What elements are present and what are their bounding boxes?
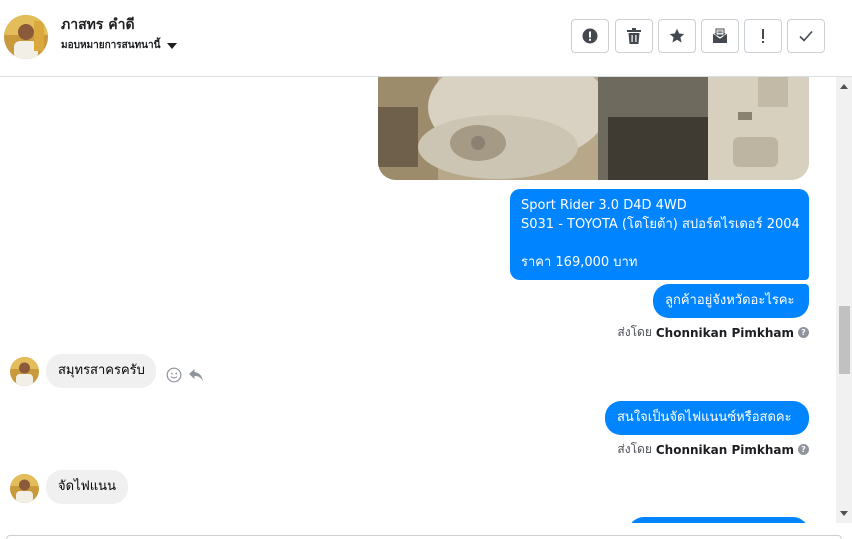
sent-by-prefix-1: ส่งโดย [617,325,652,339]
contact-avatar[interactable] [4,15,48,59]
scrollbar-thumb[interactable] [839,306,850,374]
ask-province-message[interactable]: ลูกค้าอยู่จังหวัดอะไรคะ [653,284,809,318]
message-actions [166,367,204,383]
sent-by-agent-2[interactable]: Chonnikan Pimkham [656,443,794,457]
message-thread: Sport Rider 3.0 D4D 4WD S031 - TOYOTA (โ… [0,77,836,523]
check-icon [799,30,813,42]
sent-by-label-1: ส่งโดย Chonnikan Pimkham ? [617,323,809,342]
reply-province-message[interactable]: สมุทรสาครครับ [46,354,156,388]
alert-circle-icon [582,28,598,44]
car-details-line1: Sport Rider 3.0 D4D 4WD [521,198,687,213]
sent-by-label-2: ส่งโดย Chonnikan Pimkham ? [617,440,809,459]
contact-name[interactable]: ภาสทร คำดี [61,14,135,36]
scroll-up-arrow-icon[interactable] [840,84,848,89]
star-icon [669,28,685,43]
star-button[interactable] [658,19,696,53]
car-details-line2: S031 - TOYOTA (โตโยต้า) สปอร์ตไรเดอร์ 20… [521,217,800,232]
message-composer[interactable] [6,535,842,539]
mark-done-button[interactable] [787,19,825,53]
alert-circle-button[interactable] [571,19,609,53]
assign-conversation-label: มอบหมายการสนทนานี้ [61,40,161,51]
car-details-spacer [521,234,798,253]
contact-message-avatar[interactable] [10,474,39,503]
mark-unread-button[interactable] [701,19,739,53]
ask-finance-message[interactable]: สนใจเป็นจัดไฟแนนซ์หรือสดคะ [605,401,809,435]
info-icon[interactable]: ? [798,444,809,455]
reply-icon[interactable] [188,367,204,383]
sent-by-agent-1[interactable]: Chonnikan Pimkham [656,326,794,340]
trash-icon [627,28,641,44]
reply-finance-message[interactable]: จัดไฟแนน [46,470,128,504]
reply-province-text: สมุทรสาครครับ [58,363,145,378]
thread-scrollbar[interactable] [836,77,852,523]
reply-finance-text: จัดไฟแนน [58,479,116,494]
exclamation-icon [762,29,764,43]
assign-conversation-dropdown[interactable]: มอบหมายการสนทนานี้ [61,38,178,53]
ask-finance-text: สนใจเป็นจัดไฟแนนซ์หรือสดคะ [617,410,792,425]
smiley-icon[interactable] [166,367,182,383]
messenger-conversation: ภาสทร คำดี มอบหมายการสนทนานี้ Sport Ride… [0,0,852,539]
scroll-down-arrow-icon[interactable] [840,511,848,516]
car-details-price: ราคา 169,000 บาท [521,255,638,270]
mark-important-button[interactable] [744,19,782,53]
caret-down-icon [167,42,178,49]
contact-message-avatar[interactable] [10,357,39,386]
car-interior-photo[interactable] [378,77,809,180]
conversation-header: ภาสทร คำดี มอบหมายการสนทนานี้ [0,0,852,77]
sent-by-prefix-2: ส่งโดย [617,442,652,456]
mark-unread-icon [712,28,728,43]
ask-province-text: ลูกค้าอยู่จังหวัดอะไรคะ [665,293,795,308]
car-details-message[interactable]: Sport Rider 3.0 D4D 4WD S031 - TOYOTA (โ… [510,189,809,280]
delete-button[interactable] [615,19,653,53]
info-icon[interactable]: ? [798,327,809,338]
composer-area [0,523,852,539]
